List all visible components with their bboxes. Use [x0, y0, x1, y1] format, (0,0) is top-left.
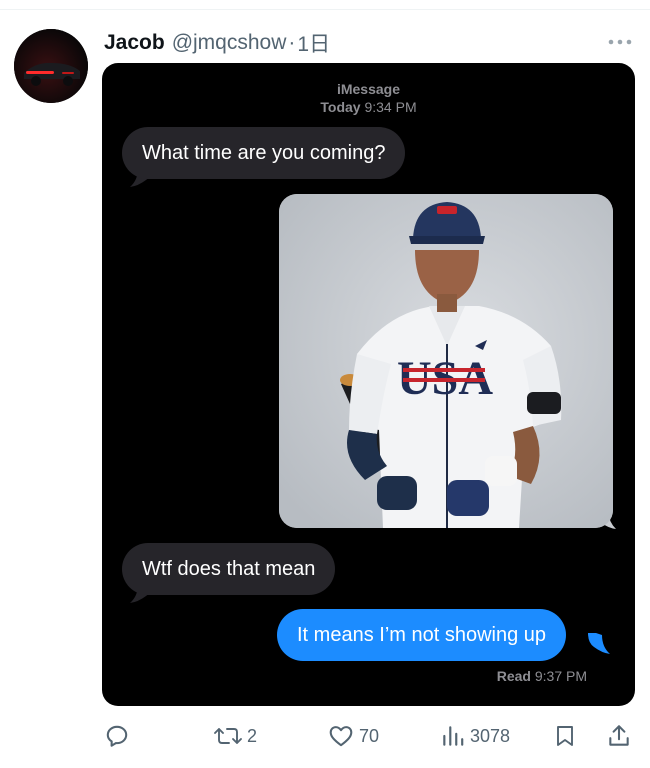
separator-dot: ·: [288, 31, 296, 54]
tweet-timestamp[interactable]: 1日: [297, 28, 330, 58]
bookmark-button[interactable]: [553, 718, 577, 754]
retweet-count: 2: [247, 725, 258, 746]
read-time: 9:37 PM: [534, 668, 587, 684]
message-bubble-outgoing[interactable]: It means I’m not showing up: [277, 609, 567, 661]
timestamp-day: Today: [320, 99, 361, 115]
bubble-tail-outgoing: [588, 633, 610, 654]
read-receipt: Read 9:37 PM: [497, 668, 587, 684]
retweet-button[interactable]: 2: [213, 718, 257, 754]
car-avatar-image: [14, 29, 88, 103]
share-button[interactable]: [606, 718, 632, 754]
heart-icon: [329, 726, 353, 747]
baseball-player-photo: USA: [279, 194, 613, 528]
like-button[interactable]: 70: [327, 718, 379, 754]
author-handle[interactable]: @jmqcshow: [172, 31, 287, 55]
message-text: What time are you coming?: [142, 142, 386, 164]
avatar[interactable]: [14, 29, 88, 103]
message-text: It means I’m not showing up: [297, 624, 547, 646]
tweet-action-bar: 2 70 3078: [0, 718, 650, 754]
message-bubble-incoming[interactable]: What time are you coming?: [122, 127, 406, 179]
views-count: 3078: [470, 725, 511, 746]
tweet-header: Jacob @jmqcshow · 1日: [104, 28, 330, 58]
message-text: Wtf does that mean: [142, 558, 316, 580]
share-icon: [609, 725, 629, 746]
reply-icon: [106, 725, 128, 747]
top-divider: [0, 9, 650, 10]
message-bubble-incoming[interactable]: Wtf does that mean: [122, 543, 336, 595]
reply-button[interactable]: [104, 718, 130, 754]
more-options-icon[interactable]: [606, 32, 634, 52]
bookmark-icon: [557, 726, 573, 746]
imessage-service-label: iMessage: [336, 81, 401, 97]
author-name[interactable]: Jacob: [104, 31, 165, 55]
views-button[interactable]: 3078: [440, 718, 510, 754]
timestamp-time: 9:34 PM: [364, 99, 417, 115]
read-label: Read: [496, 668, 531, 684]
message-photo[interactable]: USA: [279, 194, 613, 528]
like-count: 70: [359, 725, 380, 746]
views-icon: [443, 726, 464, 746]
imessage-timestamp: Today 9:34 PM: [102, 99, 635, 115]
retweet-icon: [214, 728, 242, 744]
imessage-screenshot[interactable]: iMessage Today 9:34 PM What time are you…: [102, 63, 635, 706]
